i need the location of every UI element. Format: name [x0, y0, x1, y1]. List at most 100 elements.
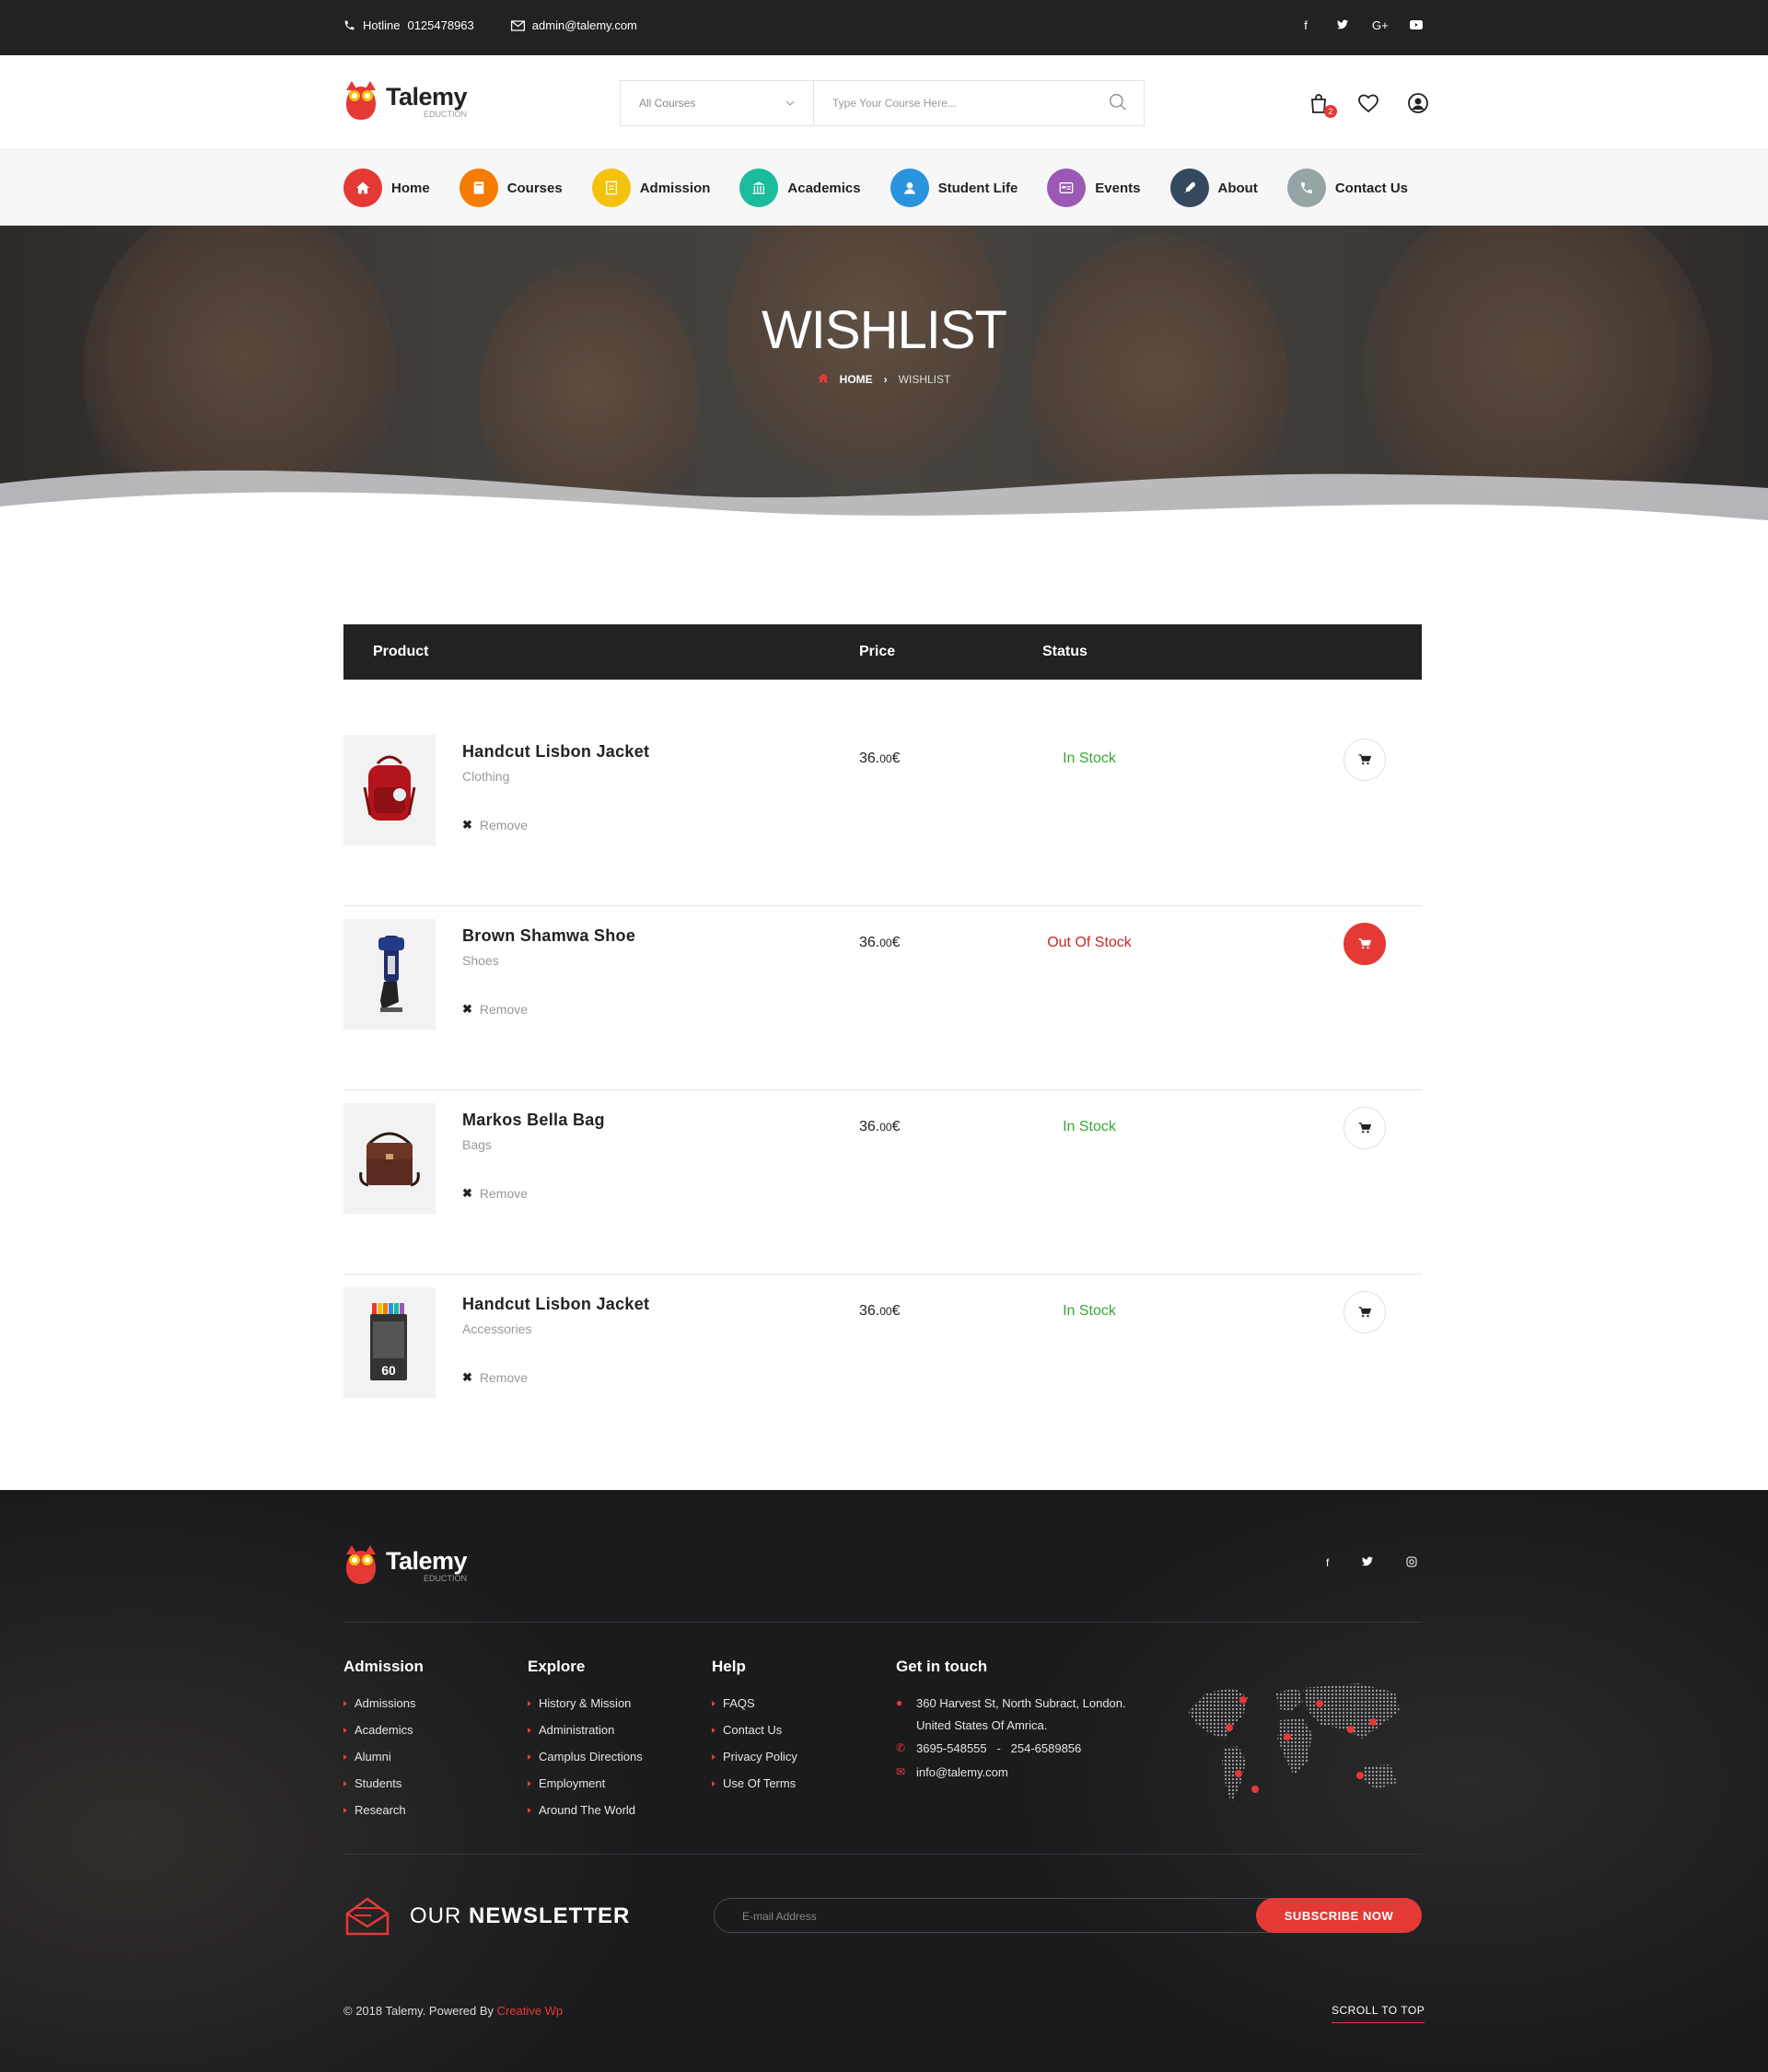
footer-link[interactable]: Academics	[343, 1723, 424, 1737]
brand-name: Talemy	[386, 82, 468, 111]
nav-item-courses[interactable]: Courses	[459, 169, 563, 207]
add-to-cart-button[interactable]	[1343, 1291, 1386, 1333]
nav-item-student-life[interactable]: Student Life	[890, 169, 1018, 207]
google-plus-icon[interactable]: G+	[1372, 18, 1389, 32]
pen-icon	[1169, 169, 1209, 207]
subscribe-button[interactable]: SUBSCRIBE NOW	[1256, 1898, 1422, 1933]
remove-button[interactable]: ✖ Remove	[462, 1370, 528, 1385]
brand-name: Talemy	[386, 1546, 468, 1575]
banner-wave-divider	[0, 470, 1768, 534]
nav-item-home[interactable]: Home	[343, 169, 430, 207]
course-category-select[interactable]: All Courses	[621, 81, 814, 125]
nav-item-academics[interactable]: Academics	[739, 169, 861, 207]
home-icon	[818, 373, 829, 383]
price-main: 36.	[859, 935, 880, 950]
footer-link[interactable]: Employment	[528, 1776, 643, 1790]
wishlist-row: 60 Handcut Lisbon Jacket Accessories ✖ Remov…	[343, 1287, 1422, 1453]
contact-address: ● 360 Harvest St, North Subract, London.…	[896, 1696, 1126, 1732]
cart-icon	[1358, 754, 1371, 765]
footer-link-label: Administration	[539, 1723, 615, 1737]
wishlist-button[interactable]	[1357, 92, 1379, 114]
footer-divider	[343, 1854, 1422, 1855]
add-to-cart-button[interactable]	[1343, 923, 1386, 965]
footer-link[interactable]: Privacy Policy	[712, 1750, 797, 1764]
envelope-icon: ✉	[896, 1764, 906, 1778]
course-search-input[interactable]: Type Your Course Here...	[814, 81, 1144, 125]
markers-image[interactable]: 60	[343, 1287, 436, 1398]
triangle-right-icon	[712, 1753, 715, 1760]
cart-button[interactable]: 2	[1308, 92, 1337, 118]
email-address[interactable]: info@talemy.com	[916, 1765, 1008, 1780]
triangle-right-icon	[712, 1727, 715, 1733]
shoe-image[interactable]	[343, 919, 436, 1030]
footer-link[interactable]: FAQS	[712, 1696, 797, 1710]
close-icon: ✖	[462, 1186, 472, 1200]
cart-icon	[1358, 1123, 1371, 1134]
footer-link[interactable]: Admissions	[343, 1696, 424, 1710]
page-title: WISHLIST	[762, 300, 1007, 360]
breadcrumb-home[interactable]: HOME	[840, 373, 873, 386]
footer-logo[interactable]: Talemy EDUCTION	[343, 1545, 468, 1586]
top-bar: Hotline 0125478963 admin@talemy.com f G+	[0, 0, 1768, 55]
twitter-icon[interactable]	[1362, 1556, 1374, 1570]
footer-link[interactable]: Around The World	[528, 1803, 643, 1817]
remove-button[interactable]: ✖ Remove	[462, 1186, 528, 1201]
bag-image[interactable]	[343, 1103, 436, 1214]
nav-item-contact-us[interactable]: Contact Us	[1286, 169, 1408, 207]
world-map-graphic	[1188, 1683, 1400, 1803]
remove-button[interactable]: ✖ Remove	[462, 1002, 528, 1017]
scroll-to-top-link[interactable]: SCROLL TO TOP	[1332, 2004, 1425, 2023]
nav-item-about[interactable]: About	[1169, 169, 1258, 207]
map-pin-icon: ●	[896, 1696, 903, 1709]
product-name[interactable]: Brown Shamwa Shoe	[462, 926, 635, 946]
owl-logo-icon	[343, 81, 378, 122]
add-to-cart-button[interactable]	[1343, 739, 1386, 781]
cart-icon	[1358, 1307, 1371, 1318]
nav-item-admission[interactable]: Admission	[591, 169, 711, 207]
hotline-number[interactable]: 0125478963	[407, 18, 473, 32]
course-search: All Courses Type Your Course Here...	[620, 80, 1145, 126]
twitter-icon[interactable]	[1335, 18, 1350, 32]
search-icon[interactable]	[1109, 93, 1127, 111]
remove-button[interactable]: ✖ Remove	[462, 818, 528, 832]
product-name[interactable]: Markos Bella Bag	[462, 1111, 605, 1130]
nav-item-events[interactable]: Events	[1047, 169, 1141, 207]
instagram-icon[interactable]	[1406, 1556, 1417, 1570]
backpack-image[interactable]	[343, 735, 436, 845]
nav-item-label: Admission	[639, 180, 711, 196]
cart-icon	[1358, 938, 1371, 949]
creative-wp-link[interactable]: Creative Wp	[497, 2004, 564, 2018]
add-to-cart-button[interactable]	[1343, 1107, 1386, 1149]
facebook-icon[interactable]: f	[1326, 1556, 1329, 1570]
form-icon	[591, 169, 631, 207]
product-name[interactable]: Handcut Lisbon Jacket	[462, 1295, 649, 1314]
close-icon: ✖	[462, 818, 472, 832]
footer-link-label: Contact Us	[723, 1723, 783, 1737]
footer-link[interactable]: History & Mission	[528, 1696, 643, 1710]
svg-text:60: 60	[381, 1363, 396, 1378]
youtube-icon[interactable]	[1409, 18, 1424, 32]
footer-link[interactable]: Contact Us	[712, 1723, 797, 1737]
phone-numbers[interactable]: 3695-548555 - 254-6589856	[916, 1741, 1081, 1756]
search-placeholder: Type Your Course Here...	[832, 97, 957, 110]
footer-link[interactable]: Administration	[528, 1723, 643, 1737]
facebook-icon[interactable]: f	[1298, 18, 1313, 32]
remove-label: Remove	[479, 1370, 529, 1385]
nav-item-label: Events	[1095, 180, 1141, 196]
footer-link[interactable]: Alumni	[343, 1750, 424, 1764]
newsletter-email-input[interactable]: E-mail Address	[742, 1910, 817, 1923]
product-name[interactable]: Handcut Lisbon Jacket	[462, 742, 649, 762]
footer-link[interactable]: Camplus Directions	[528, 1750, 643, 1764]
site-header: Talemy EDUCTION All Courses Type Your Co…	[0, 55, 1768, 150]
price-currency: €	[891, 1119, 901, 1135]
footer-link[interactable]: Use Of Terms	[712, 1776, 797, 1790]
price-decimals: 00	[879, 752, 892, 765]
footer-link-label: Alumni	[355, 1750, 391, 1764]
close-icon: ✖	[462, 1370, 472, 1384]
footer-link[interactable]: Research	[343, 1803, 424, 1817]
site-logo[interactable]: Talemy EDUCTION	[343, 81, 468, 122]
nav-item-label: Home	[391, 180, 430, 196]
footer-link[interactable]: Students	[343, 1776, 424, 1790]
account-button[interactable]	[1407, 92, 1429, 114]
email-contact[interactable]: admin@talemy.com	[510, 18, 637, 32]
